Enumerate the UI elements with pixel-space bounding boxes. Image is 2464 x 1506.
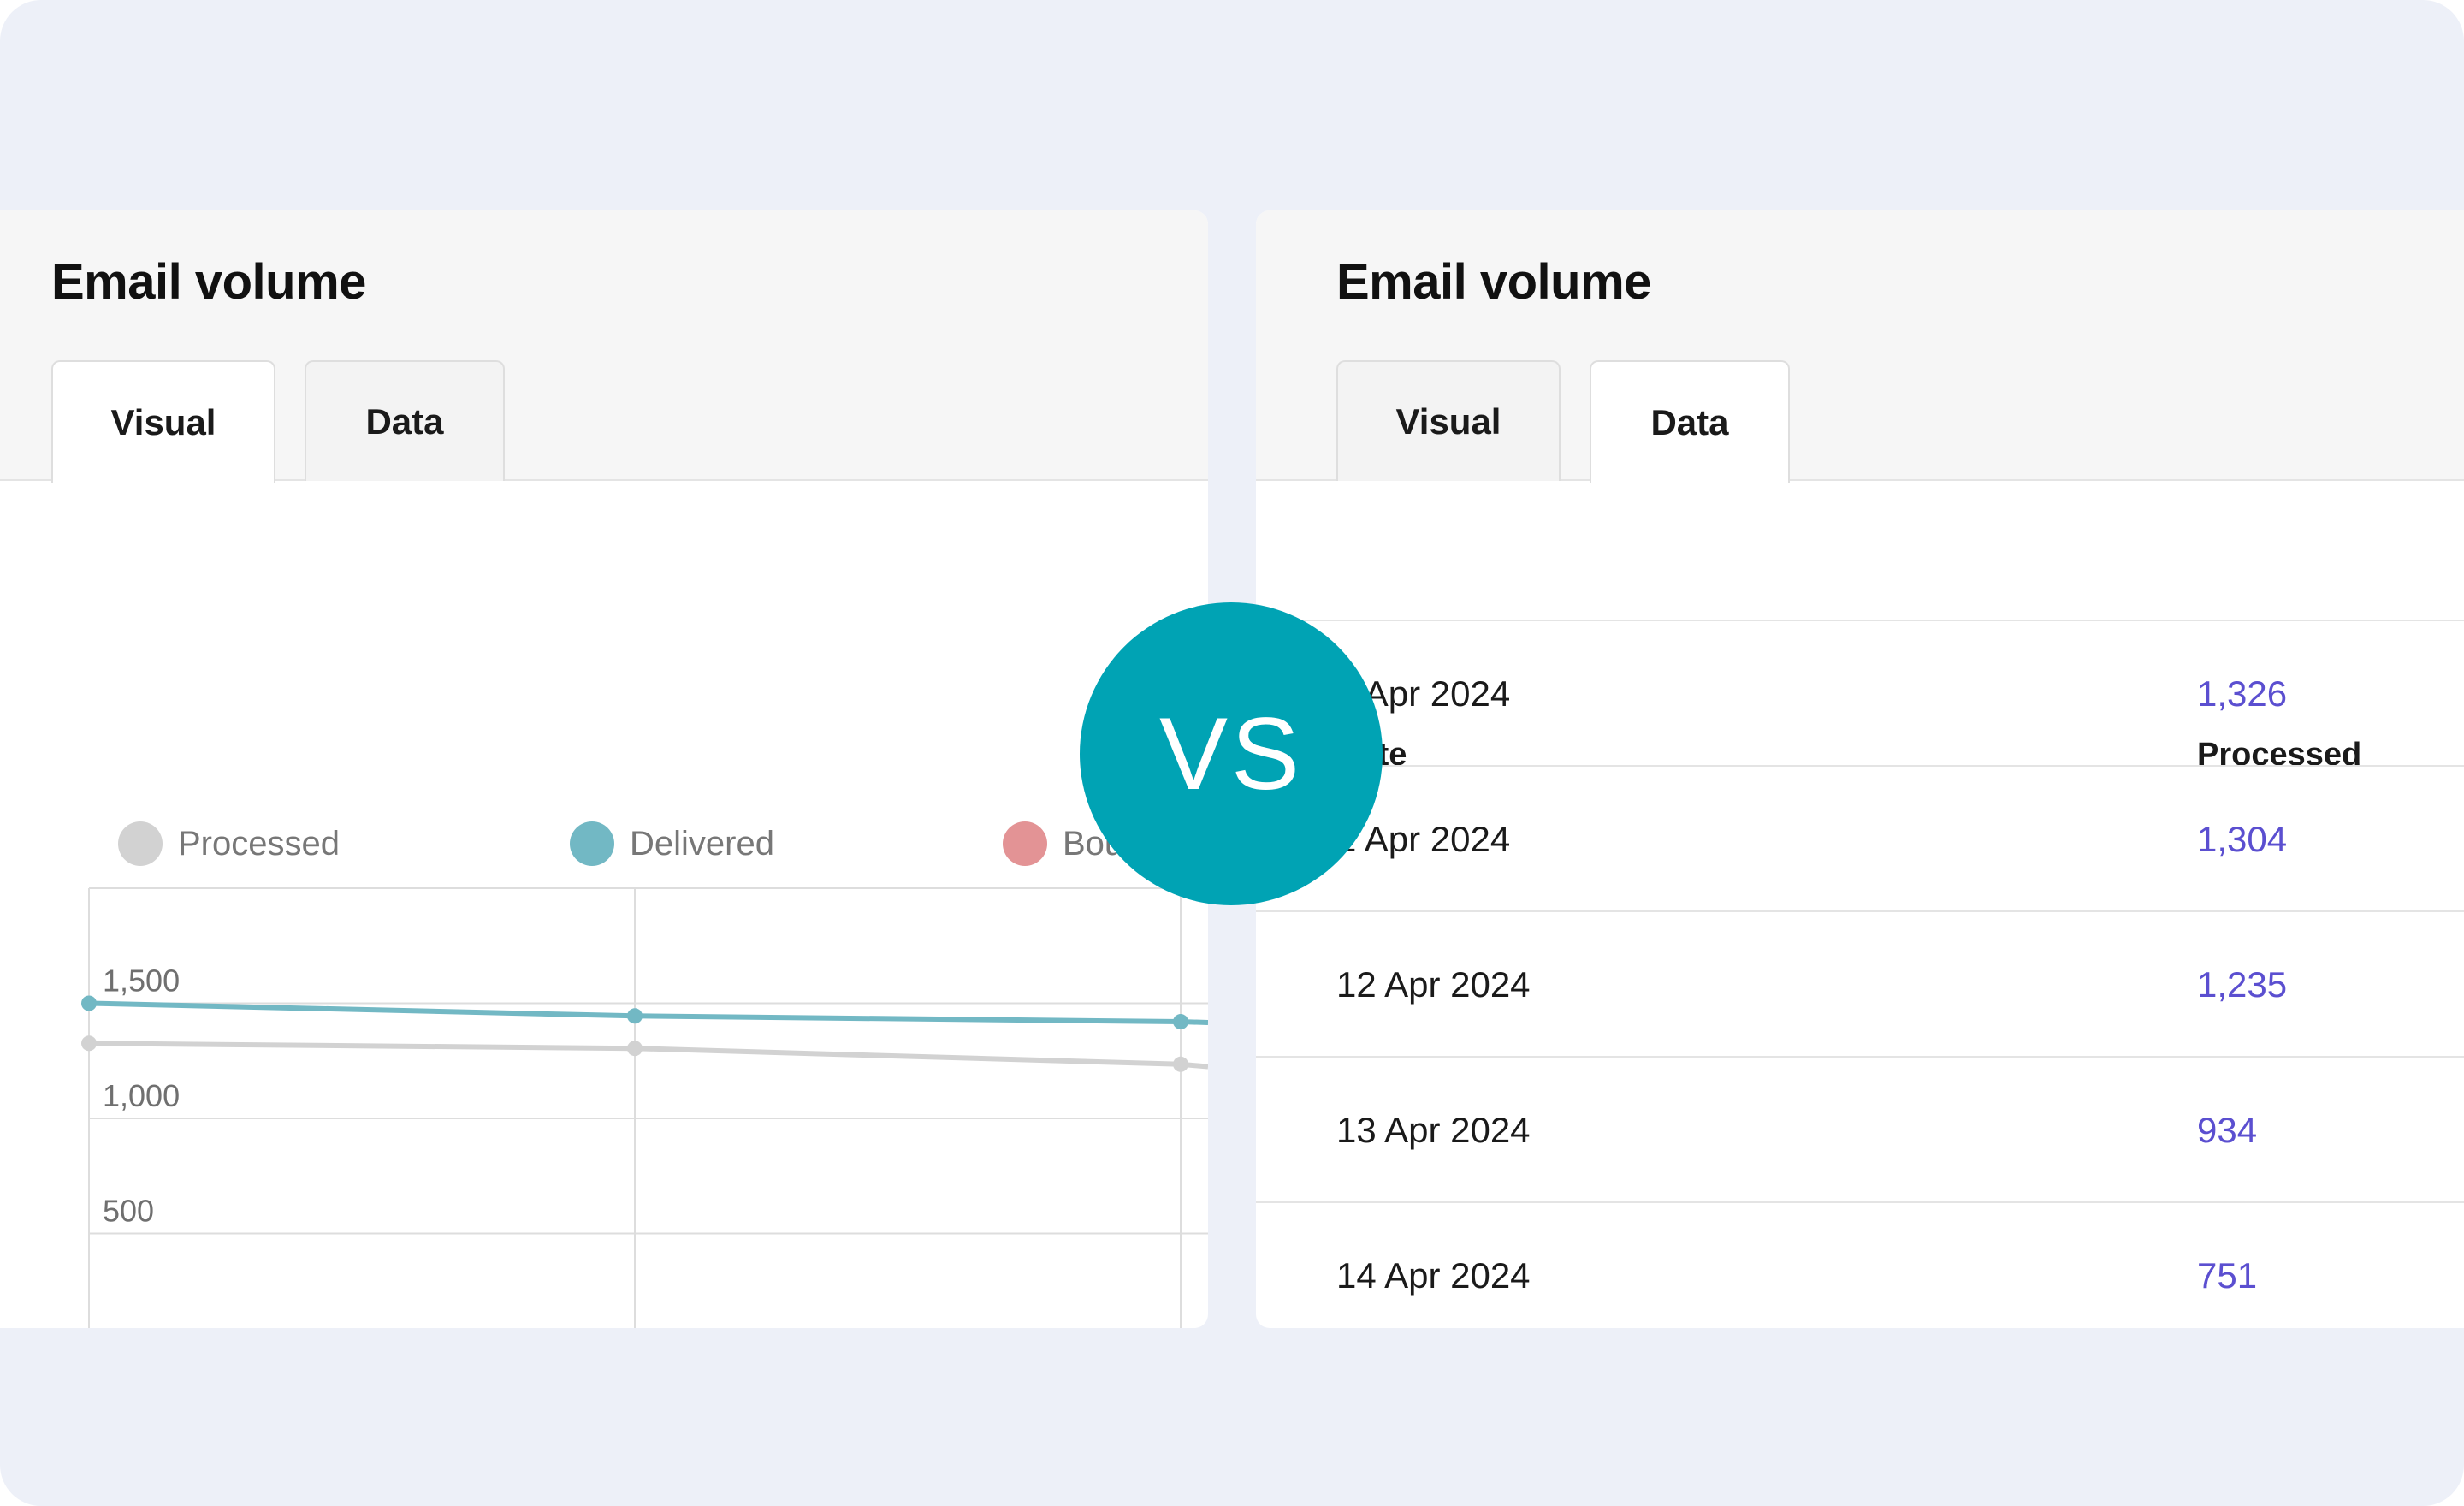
tab-visual[interactable]: Visual bbox=[51, 360, 275, 483]
table-row: 0 Apr 2024 1,326 bbox=[1256, 620, 2464, 767]
table-row: 14 Apr 2024 751 bbox=[1256, 1201, 2464, 1328]
data-point bbox=[81, 1035, 97, 1052]
y-tick-label: 1,500 bbox=[103, 963, 180, 999]
panel-header: Email volume Visual Data bbox=[1256, 210, 2464, 483]
y-tick-label: 500 bbox=[103, 1194, 154, 1229]
data-point bbox=[1173, 1056, 1188, 1072]
data-point bbox=[1173, 1014, 1188, 1030]
table-row: 13 Apr 2024 934 bbox=[1256, 1056, 2464, 1203]
processed-value-link[interactable]: 751 bbox=[2197, 1203, 2257, 1328]
data-point bbox=[627, 1041, 643, 1057]
series-line bbox=[88, 1000, 1208, 1026]
table-row: 12 Apr 2024 1,235 bbox=[1256, 910, 2464, 1058]
processed-value-link[interactable]: 934 bbox=[2197, 1058, 2257, 1203]
panel-title: Email volume bbox=[1336, 254, 1651, 310]
data-point bbox=[81, 995, 97, 1011]
data-point bbox=[627, 1008, 643, 1024]
vs-badge: VS bbox=[1080, 602, 1383, 905]
y-tick-label: 1,000 bbox=[103, 1078, 180, 1113]
series-line bbox=[88, 1041, 1208, 1070]
processed-value-link[interactable]: 1,235 bbox=[2197, 912, 2287, 1058]
processed-value-link[interactable]: 1,326 bbox=[2197, 621, 2287, 767]
tab-data[interactable]: Data bbox=[1590, 360, 1790, 483]
tab-visual[interactable]: Visual bbox=[1336, 360, 1561, 481]
processed-value-link[interactable]: 1,304 bbox=[2197, 767, 2287, 912]
date-cell: 14 Apr 2024 bbox=[1336, 1255, 1531, 1296]
email-volume-data-panel: Email volume Visual Data Date Processed … bbox=[1256, 210, 2464, 1328]
comparison-canvas: Email volume Visual Data Processed Deliv… bbox=[0, 0, 2464, 1506]
date-cell: 12 Apr 2024 bbox=[1336, 964, 1531, 1005]
table-row: 1 Apr 2024 1,304 bbox=[1256, 765, 2464, 912]
date-cell: 13 Apr 2024 bbox=[1336, 1110, 1531, 1150]
email-volume-visual-panel: Email volume Visual Data Processed Deliv… bbox=[0, 210, 1208, 1328]
